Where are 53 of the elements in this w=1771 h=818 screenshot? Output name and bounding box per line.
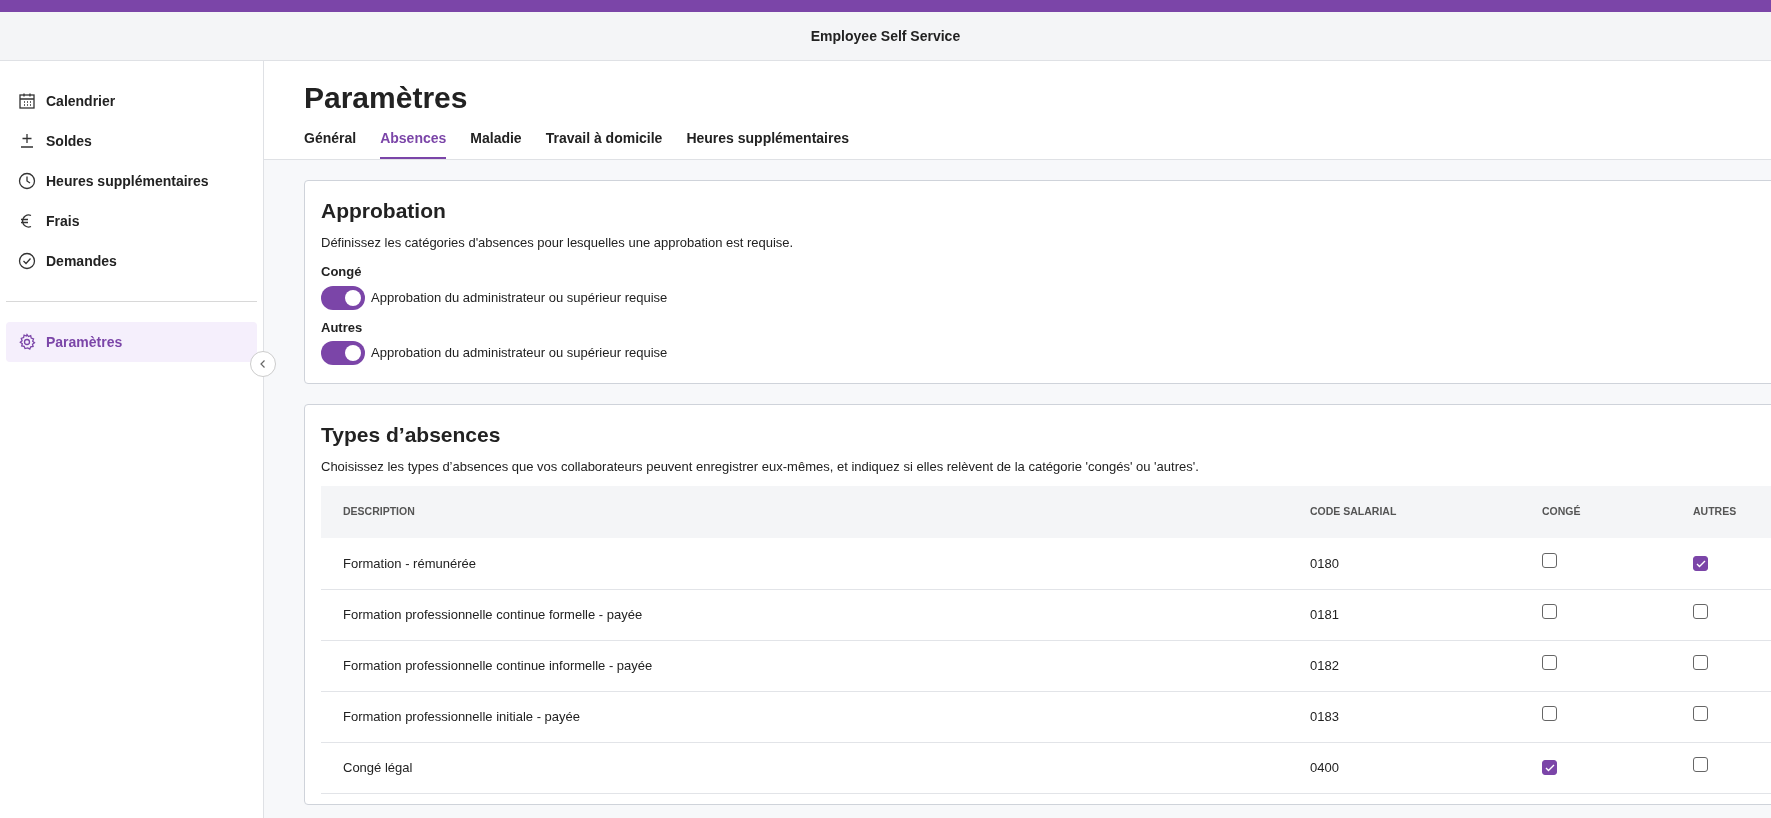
checkbox[interactable]: [1542, 760, 1557, 776]
table-cell: Formation professionnelle initiale - payée: [321, 691, 1288, 742]
sidebar-item[interactable]: Calendrier: [6, 81, 257, 121]
checkbox[interactable]: [1542, 553, 1557, 568]
setting-label: Congé: [321, 263, 363, 281]
calendar-icon: [18, 92, 36, 110]
page-title: Paramètres: [304, 80, 469, 116]
table-cell: 0400: [1288, 742, 1520, 793]
plus-minus-icon: [18, 132, 36, 150]
checkbox[interactable]: [1693, 655, 1708, 671]
toggle-label: Approbation du administrateur ou supérieur requise: [371, 344, 668, 363]
column-header: DESCRIPTION: [321, 486, 1288, 538]
setting-label: Autres: [321, 318, 364, 337]
sidebar-item[interactable]: Heures supplémentaires: [6, 161, 257, 201]
card-description: Choisissez les types d’absences que vos collaborateurs peuvent enregistrer eux-mêmes, et indiquez si elles relèvent de la catégorie 'congés' ou 'autres'.: [321, 457, 1200, 476]
checkbox[interactable]: [1693, 604, 1708, 620]
table-cell: 0180: [1288, 538, 1520, 589]
column-header: CONGÉ: [1520, 486, 1671, 538]
table-cell: Formation professionnelle continue formelle - payée: [321, 589, 1288, 640]
table-cell: Formation - rémunérée: [321, 538, 1288, 589]
checkbox[interactable]: [1693, 556, 1708, 571]
sidebar-item[interactable]: Demandes: [6, 241, 257, 281]
table-cell: Formation professionnelle continue informelle - payée: [321, 640, 1288, 691]
column-header: AUTRES: [1671, 486, 1771, 538]
tab[interactable]: Absences: [380, 124, 447, 159]
clock-icon: [18, 172, 36, 190]
checkbox[interactable]: [1693, 757, 1708, 773]
sidebar-item[interactable]: Frais: [6, 201, 257, 241]
card-title: Approbation: [321, 198, 447, 224]
toggle-switch[interactable]: [321, 285, 365, 310]
table-cell: 0183: [1288, 691, 1520, 742]
card-description: Définissez les catégories d'absences pour lesquelles une approbation est requise.: [321, 233, 795, 252]
chevron-left-icon: [258, 359, 268, 369]
tab[interactable]: Général: [304, 124, 357, 159]
tab[interactable]: Heures supplémentaires: [686, 124, 849, 159]
column-header: CODE SALARIAL: [1288, 486, 1520, 538]
table-cell: Congé légal: [321, 742, 1288, 793]
table-cell: 0182: [1288, 640, 1520, 691]
checkbox[interactable]: [1542, 655, 1557, 671]
checkbox[interactable]: [1542, 604, 1557, 620]
check-circle-icon: [18, 252, 36, 270]
card-title: Types d’absences: [321, 422, 502, 448]
tab[interactable]: Maladie: [470, 124, 522, 159]
tab[interactable]: Travail à domicile: [545, 124, 663, 159]
toggle-label: Approbation du administrateur ou supérieur requise: [371, 288, 668, 307]
toggle-switch[interactable]: [321, 341, 365, 365]
checkbox[interactable]: [1693, 706, 1708, 722]
checkbox[interactable]: [1542, 706, 1557, 722]
sidebar-item[interactable]: Paramètres: [6, 322, 257, 362]
app-title: Employee Self Service: [810, 26, 961, 46]
table-cell: 0181: [1288, 589, 1520, 640]
settings-icon: [18, 333, 36, 351]
sidebar-item[interactable]: Soldes: [6, 121, 257, 161]
